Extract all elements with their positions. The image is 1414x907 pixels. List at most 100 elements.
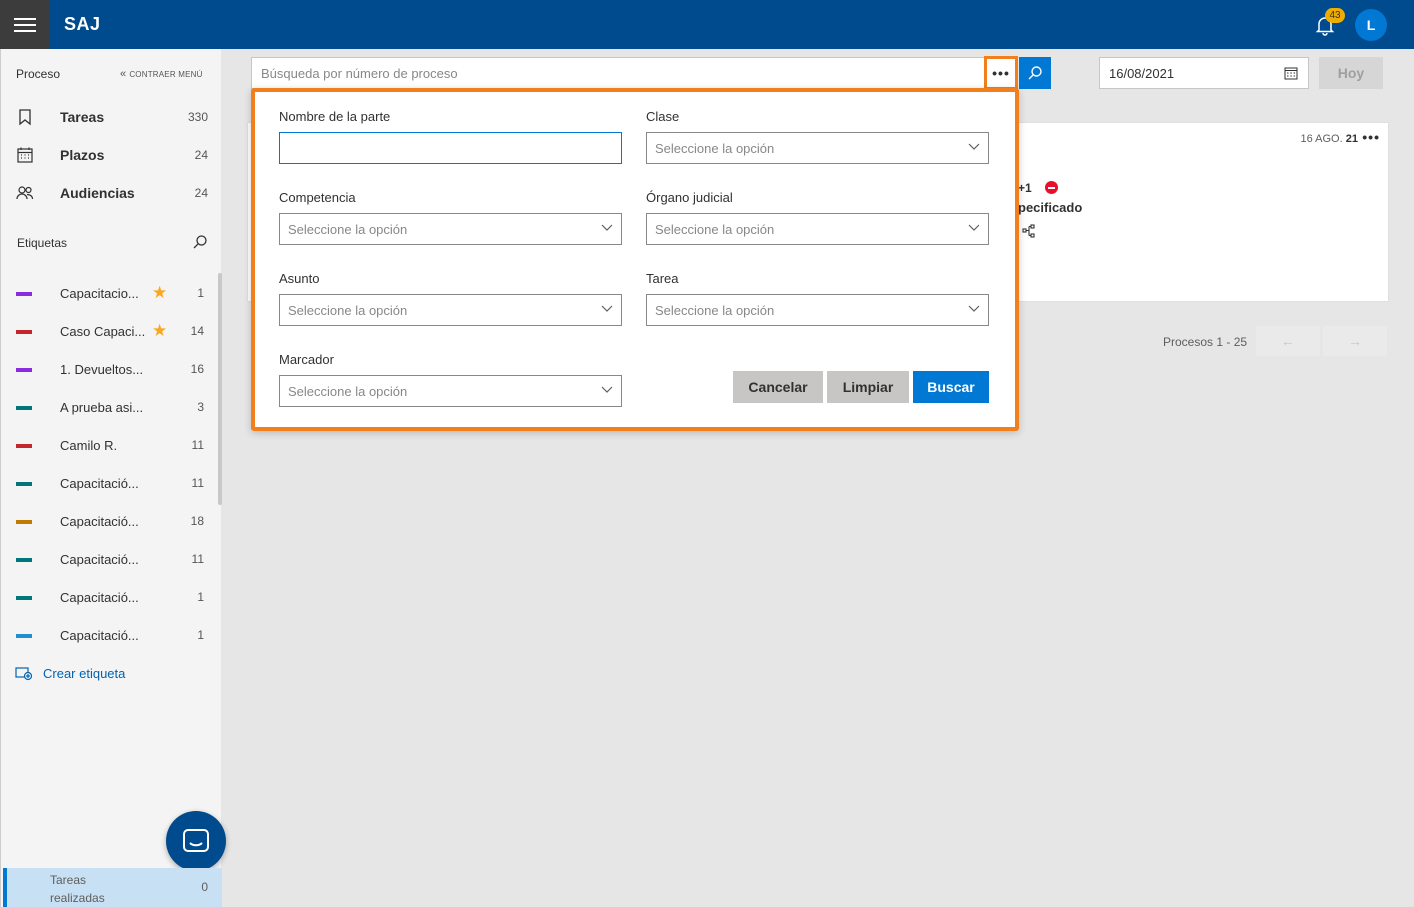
search-icon[interactable] <box>192 234 208 250</box>
chevron-down-icon <box>601 305 613 312</box>
tag-color-swatch <box>16 596 32 600</box>
search-icon <box>1028 66 1042 80</box>
sidebar-item-count: 24 <box>194 186 208 200</box>
tag-count: 16 <box>190 362 204 376</box>
avatar[interactable]: L <box>1355 9 1387 41</box>
sidebar-header: Proceso <box>16 67 61 81</box>
star-icon[interactable]: ★ <box>152 283 167 303</box>
tag-count: 14 <box>190 324 204 338</box>
tag-label: Caso Capaci... <box>60 323 146 339</box>
process-search-input[interactable]: Búsqueda por número de proceso <box>251 57 1016 89</box>
cancel-button[interactable]: Cancelar <box>733 371 823 403</box>
prev-page-button[interactable]: ← <box>1256 326 1320 356</box>
tag-color-swatch <box>16 482 32 486</box>
competencia-dropdown[interactable]: Seleccione la opción <box>279 213 622 245</box>
tag-item[interactable]: Capacitacio... ★ 1 <box>1 274 222 312</box>
tag-label: Capacitació... <box>60 551 139 567</box>
chevron-down-icon <box>968 143 980 150</box>
asunto-label: Asunto <box>279 271 320 286</box>
remove-icon[interactable] <box>1045 181 1058 194</box>
marcador-dropdown[interactable]: Seleccione la opción <box>279 375 622 407</box>
tag-count: 1 <box>197 590 204 604</box>
card-extra-count: +1 <box>1018 181 1032 195</box>
tag-item[interactable]: A prueba asi... 3 <box>1 388 222 426</box>
tag-count: 11 <box>191 476 204 490</box>
card-date-day: 16 AGO. <box>1300 133 1343 145</box>
sidebar-item-label: Plazos <box>60 147 105 163</box>
pager-label: Procesos 1 - 25 <box>1163 335 1248 349</box>
completed-tasks-item[interactable]: Tareas realizadas 0 <box>3 868 222 907</box>
organo-dropdown[interactable]: Seleccione la opción <box>646 213 989 245</box>
advanced-search-panel: Nombre de la parte Clase Seleccione la o… <box>251 88 1019 431</box>
today-button[interactable]: Hoy <box>1319 57 1383 89</box>
add-tag-icon <box>15 667 33 681</box>
sidebar-item-tareas[interactable]: Tareas 330 <box>1 98 222 136</box>
tag-item[interactable]: Capacitació... 1 <box>1 578 222 616</box>
chevron-down-icon <box>968 305 980 312</box>
chevron-down-icon <box>601 386 613 393</box>
completed-tasks-count: 0 <box>201 880 208 894</box>
tag-item[interactable]: Capacitació... 11 <box>1 540 222 578</box>
date-value: 16/08/2021 <box>1109 66 1175 81</box>
card-more-icon[interactable]: ••• <box>1362 129 1380 145</box>
tag-color-swatch <box>16 368 32 372</box>
tag-color-swatch <box>16 406 32 410</box>
calendar-icon[interactable] <box>1284 66 1298 80</box>
calendar-icon <box>17 147 33 163</box>
star-icon[interactable]: ★ <box>152 321 167 341</box>
card-date-year: 21 <box>1345 133 1358 145</box>
sidebar-item-audiencias[interactable]: Audiencias 24 <box>1 174 222 212</box>
tag-label: Capacitació... <box>60 627 139 643</box>
tag-count: 3 <box>197 400 204 414</box>
tag-item[interactable]: Capacitació... 1 <box>1 616 222 654</box>
card-text: pecificado <box>1018 200 1083 215</box>
tag-color-swatch <box>16 558 32 562</box>
tag-count: 18 <box>190 514 204 528</box>
card-date: 16 AGO. 21 <box>1300 133 1358 145</box>
clear-button[interactable]: Limpiar <box>827 371 909 403</box>
clase-label: Clase <box>646 109 680 124</box>
asunto-dropdown[interactable]: Seleccione la opción <box>279 294 622 326</box>
tag-item[interactable]: 1. Devueltos... 16 <box>1 350 222 388</box>
hamburger-menu-icon[interactable] <box>0 0 49 49</box>
party-name-input[interactable] <box>279 132 622 164</box>
sidebar-scrollbar[interactable] <box>218 273 222 505</box>
chat-icon <box>183 829 209 852</box>
arrow-left-icon: ← <box>1281 333 1295 349</box>
tag-color-swatch <box>16 634 32 638</box>
sidebar-item-label: Tareas <box>60 109 105 125</box>
tag-item[interactable]: Camilo R. 11 <box>1 426 222 464</box>
tags-header: Etiquetas <box>17 236 68 250</box>
people-icon <box>16 186 34 200</box>
search-placeholder: Búsqueda por número de proceso <box>261 66 458 81</box>
tarea-dropdown[interactable]: Seleccione la opción <box>646 294 989 326</box>
tag-count: 11 <box>191 552 204 566</box>
tag-item[interactable]: Capacitació... 18 <box>1 502 222 540</box>
dropdown-placeholder: Seleccione la opción <box>288 303 408 318</box>
create-tag-label: Crear etiqueta <box>43 665 126 681</box>
sidebar-item-plazos[interactable]: Plazos 24 <box>1 136 222 174</box>
tag-color-swatch <box>16 330 32 334</box>
dropdown-placeholder: Seleccione la opción <box>288 222 408 237</box>
tag-item[interactable]: Capacitació... 11 <box>1 464 222 502</box>
search-submit-button[interactable]: Buscar <box>913 371 989 403</box>
chat-button[interactable] <box>166 811 226 871</box>
search-button[interactable] <box>1019 57 1051 89</box>
tag-item[interactable]: Caso Capaci... ★ 14 <box>1 312 222 350</box>
next-page-button[interactable]: → <box>1323 326 1387 356</box>
clase-dropdown[interactable]: Seleccione la opción <box>646 132 989 164</box>
sidebar: Proceso « CONTRAER MENÚ Tareas 330 Plazo… <box>0 49 226 907</box>
create-tag-link[interactable]: Crear etiqueta <box>15 665 125 681</box>
advanced-search-button[interactable]: ••• <box>984 56 1018 90</box>
more-icon: ••• <box>992 65 1010 81</box>
date-input[interactable]: 16/08/2021 <box>1099 57 1309 89</box>
tag-label: Capacitacio... <box>60 285 139 301</box>
tag-label: 1. Devueltos... <box>60 361 144 377</box>
hierarchy-icon[interactable] <box>1022 224 1036 238</box>
bookmark-icon <box>19 109 31 126</box>
collapse-menu-button[interactable]: « CONTRAER MENÚ <box>120 68 203 80</box>
dropdown-placeholder: Seleccione la opción <box>655 303 775 318</box>
sidebar-item-label: Audiencias <box>60 185 135 201</box>
double-chevron-left-icon: « <box>120 68 127 80</box>
tag-count: 1 <box>197 286 204 300</box>
